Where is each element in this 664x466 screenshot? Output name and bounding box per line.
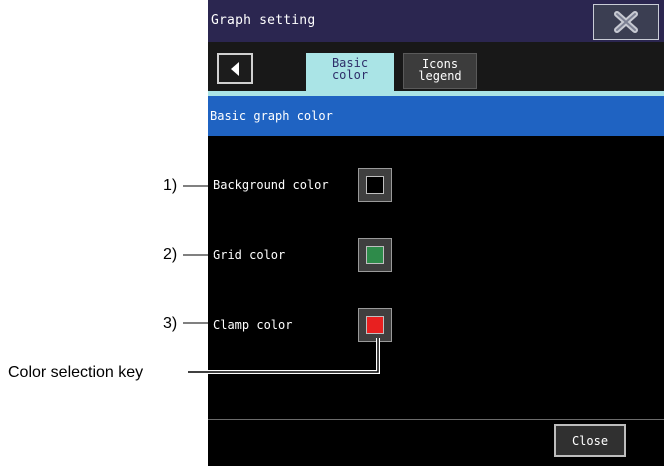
leader-line-key-halo (188, 338, 380, 374)
leader-line-key (188, 338, 379, 373)
callout-leader-lines (183, 185, 380, 374)
